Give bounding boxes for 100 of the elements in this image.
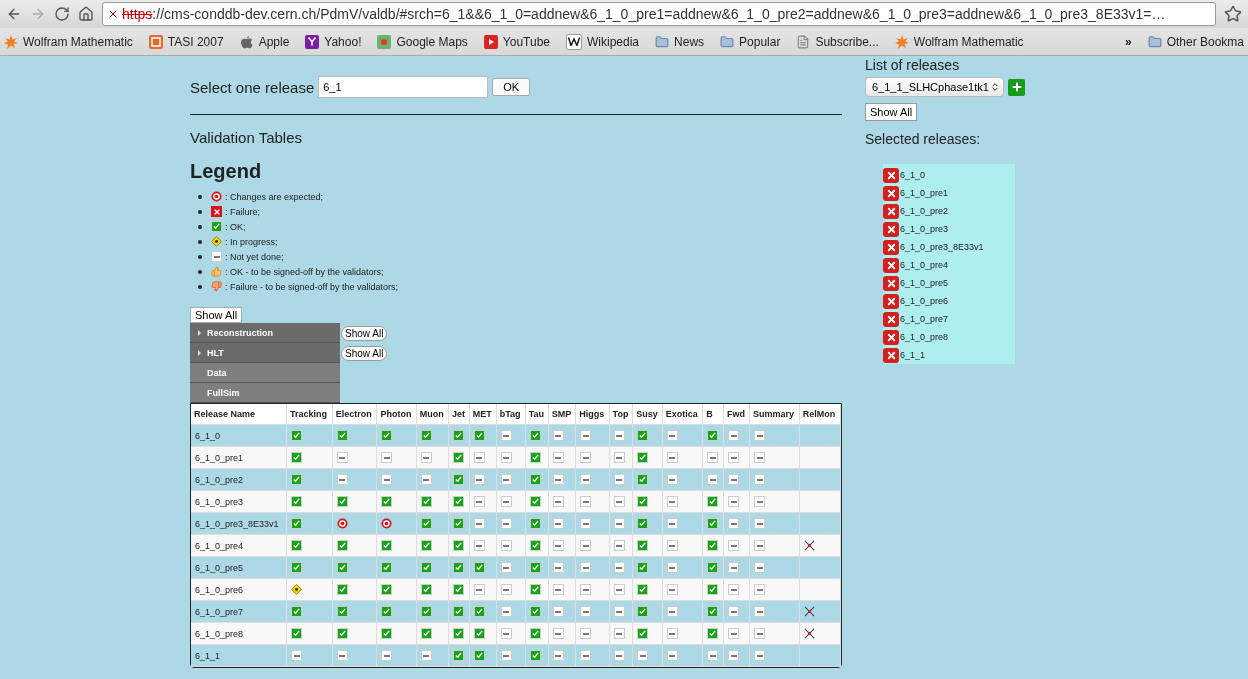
dash-icon xyxy=(420,650,432,662)
column-header: MET xyxy=(469,404,497,425)
folder-icon xyxy=(655,34,670,49)
show-all-button[interactable]: Show All xyxy=(341,345,388,361)
dash-icon xyxy=(707,650,719,662)
dash-icon xyxy=(473,452,485,464)
broken-image-icon[interactable] xyxy=(803,628,815,640)
address-bar[interactable]: https://cms-conddb-dev.cern.ch/PdmV/valdb/#srch=6_1&&6_1_0=addnew&6_1_0_pre1=addnew&6_1_0_pre2=addnew&6_1_0_pre3=addnew&6_1_0_pre3_8E33v1=… xyxy=(102,2,1216,26)
column-header: SMP xyxy=(548,404,577,425)
dash-icon xyxy=(613,496,625,508)
bookmark[interactable]: Yahoo! xyxy=(305,34,362,49)
dash-icon xyxy=(552,518,564,530)
dash-icon xyxy=(666,628,678,640)
home-icon[interactable] xyxy=(78,6,94,22)
ok-check-icon xyxy=(381,430,393,442)
ok-check-icon xyxy=(707,584,719,596)
bookmark[interactable]: Subscribe... xyxy=(796,34,879,49)
ok-check-icon xyxy=(529,430,541,442)
remove-button[interactable] xyxy=(883,257,899,273)
column-header: Photon xyxy=(377,404,417,425)
column-header: B xyxy=(703,404,725,425)
ok-check-icon xyxy=(473,562,485,574)
remove-button[interactable] xyxy=(883,311,899,327)
ok-check-icon xyxy=(453,606,464,618)
dash-icon xyxy=(613,452,625,464)
dash-icon xyxy=(381,474,393,486)
menu-item[interactable]: Data xyxy=(190,363,340,383)
star-icon[interactable] xyxy=(1224,5,1242,23)
show-all-button[interactable]: Show All xyxy=(190,307,243,323)
bookmark[interactable]: Wikipedia xyxy=(566,33,640,50)
show-all-button[interactable]: Show All xyxy=(865,103,918,121)
bookmark[interactable]: Wolfram Mathematic xyxy=(894,34,1024,49)
release-name-cell: 6_1_1 xyxy=(191,645,288,667)
release-select[interactable]: 6_1_1_SLHCphase1tk1 xyxy=(865,77,1005,97)
bookmark[interactable]: Wolfram Mathematic xyxy=(4,34,133,49)
bookmark[interactable]: News xyxy=(655,34,705,49)
dash-icon xyxy=(728,430,740,442)
remove-button[interactable] xyxy=(883,185,899,201)
dash-icon xyxy=(613,562,625,574)
remove-button[interactable] xyxy=(883,293,899,309)
dash-icon xyxy=(754,628,765,640)
menu-item[interactable]: Reconstruction xyxy=(190,323,340,343)
broken-image-icon[interactable] xyxy=(803,606,815,618)
dash-icon xyxy=(500,584,512,596)
remove-button[interactable] xyxy=(883,275,899,291)
add-button[interactable] xyxy=(1008,78,1025,96)
remove-button[interactable] xyxy=(883,167,899,183)
dash-icon xyxy=(666,430,678,442)
target-icon xyxy=(336,518,348,530)
dash-icon xyxy=(473,584,485,596)
release-name: 6_1_0_pre6 xyxy=(900,296,949,306)
dash-icon xyxy=(666,562,678,574)
bookmarks-overflow[interactable]: » xyxy=(1124,34,1132,49)
ok-check-icon xyxy=(637,540,649,552)
ok-check-icon xyxy=(381,584,393,596)
dash-icon xyxy=(613,518,625,530)
ok-button[interactable]: OK xyxy=(492,78,531,96)
dash-icon xyxy=(754,474,765,486)
menu-item[interactable]: HLT xyxy=(190,343,340,363)
dash-icon xyxy=(707,452,719,464)
remove-button[interactable] xyxy=(883,239,899,255)
column-header: RelMon xyxy=(799,404,841,425)
ok-check-icon xyxy=(473,650,485,662)
insecure-icon xyxy=(107,8,119,20)
release-input[interactable]: 6_1 xyxy=(318,76,489,98)
dash-icon xyxy=(552,584,564,596)
bookmark[interactable]: YouTube xyxy=(483,34,550,49)
show-all-button[interactable]: Show All xyxy=(341,325,388,341)
dash-icon xyxy=(666,452,678,464)
bookmark[interactable]: Popular xyxy=(720,34,781,49)
legend-text: : Failure - to be signed-off by the validators; xyxy=(225,281,398,292)
remove-button[interactable] xyxy=(883,221,899,237)
ok-check-icon xyxy=(453,650,464,662)
dash-icon xyxy=(473,496,485,508)
section-title: Validation Tables xyxy=(190,129,304,146)
release-name-cell: 6_1_0_pre3 xyxy=(191,491,288,513)
dash-icon xyxy=(291,650,303,662)
remove-button[interactable] xyxy=(883,347,899,363)
ok-check-icon xyxy=(291,562,303,574)
map-pin-icon xyxy=(377,34,392,49)
bookmark-folder[interactable]: Other Bookma xyxy=(1147,34,1244,49)
ok-check-icon xyxy=(381,540,393,552)
back-icon[interactable] xyxy=(6,6,22,22)
column-header: Top xyxy=(609,404,634,425)
broken-image-icon[interactable] xyxy=(803,540,815,552)
bookmark[interactable]: Google Maps xyxy=(377,34,468,49)
remove-button[interactable] xyxy=(883,203,899,219)
legend-text: : OK; xyxy=(225,221,246,232)
dash-icon xyxy=(500,430,512,442)
column-header: Release Name xyxy=(191,404,288,425)
dash-icon xyxy=(728,518,740,530)
dash-icon xyxy=(580,430,592,442)
dash-icon xyxy=(613,584,625,596)
release-name: 6_1_0_pre2 xyxy=(900,206,949,216)
bookmark[interactable]: TASI 2007 xyxy=(148,34,224,49)
bookmark[interactable]: Apple xyxy=(239,34,290,49)
remove-button[interactable] xyxy=(883,329,899,345)
release-name: 6_1_0_pre4 xyxy=(900,260,949,270)
reload-icon[interactable] xyxy=(54,6,70,22)
menu-item[interactable]: FullSim xyxy=(190,383,340,403)
